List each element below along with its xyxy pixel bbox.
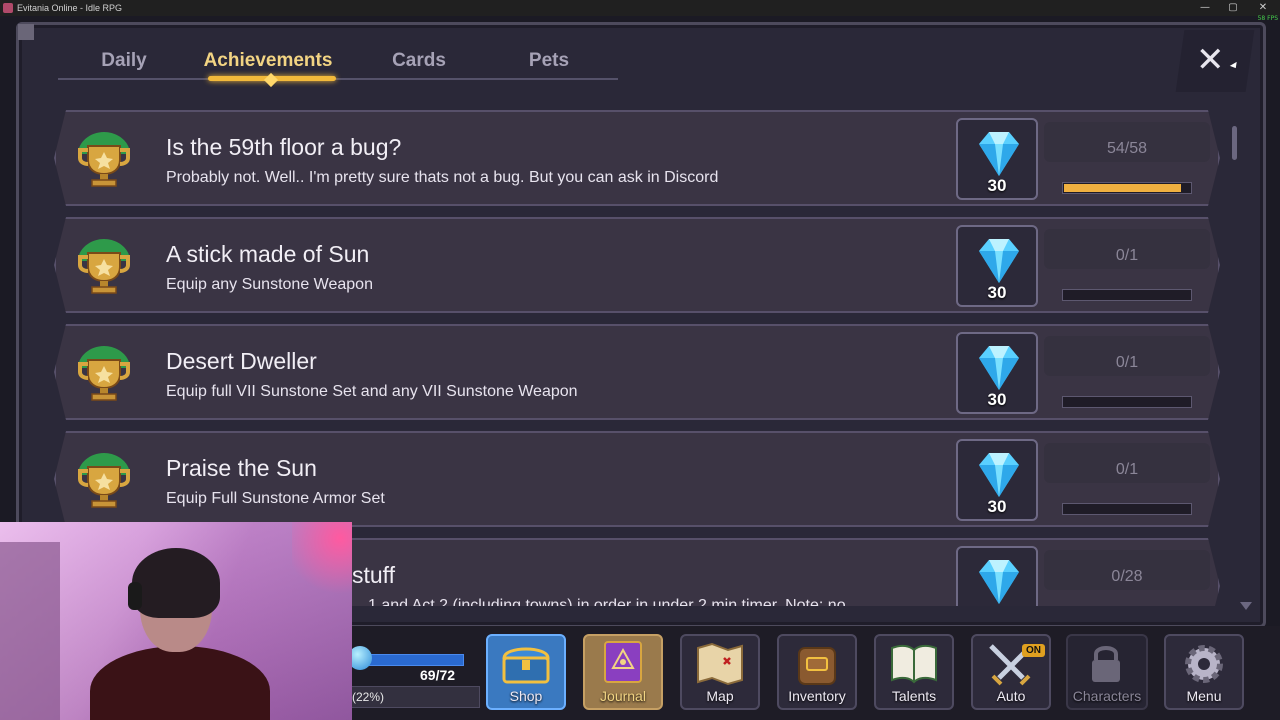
reward-count: 30 [987,497,1007,516]
nav-label: Characters [1072,688,1142,704]
achievement-row: Is the 59th floor a bug? Probably not. W… [54,110,1220,206]
progress-text: 0/28 [1111,568,1143,585]
progress-bar [1062,503,1192,515]
tab-achievements[interactable]: Achievements [198,50,338,72]
diamond-icon [971,451,1027,499]
nav-label: Map [706,688,734,704]
nav-journal-button[interactable]: Journal [583,634,663,710]
nav-label: Shop [509,688,543,704]
nav-label: Auto [996,688,1026,704]
journal-icon [604,641,642,683]
journal-tabs: Daily Achievements Cards Pets [58,40,618,88]
window-title: Evitania Online - Idle RPG [17,3,123,13]
map-icon [697,642,743,686]
backpack-icon [798,647,836,685]
progress-bar-fill [1064,184,1181,192]
achievement-description: Equip any Sunstone Weapon [166,276,373,293]
tab-pets[interactable]: Pets [524,50,574,72]
achievement-title: Is the 59th floor a bug? [166,134,402,160]
nav-map-button[interactable]: Map [680,634,760,710]
gear-icon [1185,645,1223,683]
nav-characters-button[interactable]: Characters [1066,634,1148,710]
window-close-button[interactable]: ✕ [1248,0,1278,16]
nav-auto-button[interactable]: ON Auto [971,634,1051,710]
nav-label: Journal [600,688,646,704]
lock-icon [1092,646,1120,682]
nav-menu-button[interactable]: Menu [1164,634,1244,710]
achievement-title: Desert Dweller [166,348,317,374]
scrollbar[interactable] [1230,120,1238,608]
webcam-light [292,522,352,602]
scroll-down-arrow[interactable] [1240,602,1252,610]
close-button[interactable]: ✕ [1196,40,1225,80]
trophy-icon [74,237,134,297]
fps-counter: 58 FPS [1257,15,1278,22]
reward-box: 30 [956,225,1038,307]
progress-text: 0/1 [1115,247,1139,264]
reward-box: 30 [956,439,1038,521]
trophy-icon [74,130,134,190]
achievement-title: Praise the Sun [166,455,317,481]
app-icon [3,3,13,13]
minimize-button[interactable]: — [1190,0,1220,16]
trophy-icon [74,451,134,511]
progress-bar [1062,396,1192,408]
reward-count: 30 [987,390,1007,409]
reward-count: 30 [987,283,1007,302]
reward-count: 30 [987,176,1007,195]
restore-button[interactable]: ▢ [1218,0,1248,16]
nav-label: Menu [1186,688,1222,704]
achievement-description: Probably not. Well.. I'm pretty sure tha… [166,169,719,186]
frame-corner [18,24,34,40]
achievement-row: Desert Dweller Equip full VII Sunstone S… [54,324,1220,420]
nav-label: Talents [891,688,937,704]
nav-label: Inventory [788,688,846,704]
tab-daily[interactable]: Daily [94,50,154,72]
nav-shop-button[interactable]: Shop [486,634,566,710]
nav-talents-button[interactable]: Talents [874,634,954,710]
webcam-overlay [0,522,352,720]
reward-box: 30 [956,332,1038,414]
progress-text: 0/1 [1115,461,1139,478]
headphones [128,582,142,610]
window-titlebar: Evitania Online - Idle RPG — ▢ ✕ [0,0,1280,16]
reward-box: 30 [956,118,1038,200]
achievement-description: Equip Full Sunstone Armor Set [166,490,385,507]
achievement-description: Equip full VII Sunstone Set and any VII … [166,383,578,400]
progress-bar [1062,182,1192,194]
achievement-title: A stick made of Sun [166,241,370,267]
achievement-row: Praise the Sun Equip Full Sunstone Armor… [54,431,1220,527]
progress-text: 54/58 [1106,140,1148,157]
achievement-description: 1 and Act 2 (including towns) in order i… [368,597,846,606]
achievement-row: A stick made of Sun Equip any Sunstone W… [54,217,1220,313]
webcam-door [0,542,60,720]
nav-inventory-button[interactable]: Inventory [777,634,857,710]
diamond-icon [971,130,1027,178]
hp-text: 69/72 [420,667,456,683]
progress-text: 0/1 [1115,354,1139,371]
auto-on-badge: ON [1022,644,1045,657]
diamond-icon [971,344,1027,392]
scroll-thumb[interactable] [1232,126,1237,160]
tab-cards[interactable]: Cards [384,50,454,72]
chest-icon [502,647,550,684]
trophy-icon [74,344,134,404]
achievement-title: stuff [352,562,396,588]
reward-box [956,546,1038,606]
progress-bar [1062,289,1192,301]
xp-percent: (22%) [352,690,385,704]
diamond-icon [971,237,1027,285]
diamond-icon [971,558,1027,606]
book-icon [891,644,937,684]
streamer-hair [132,548,220,618]
